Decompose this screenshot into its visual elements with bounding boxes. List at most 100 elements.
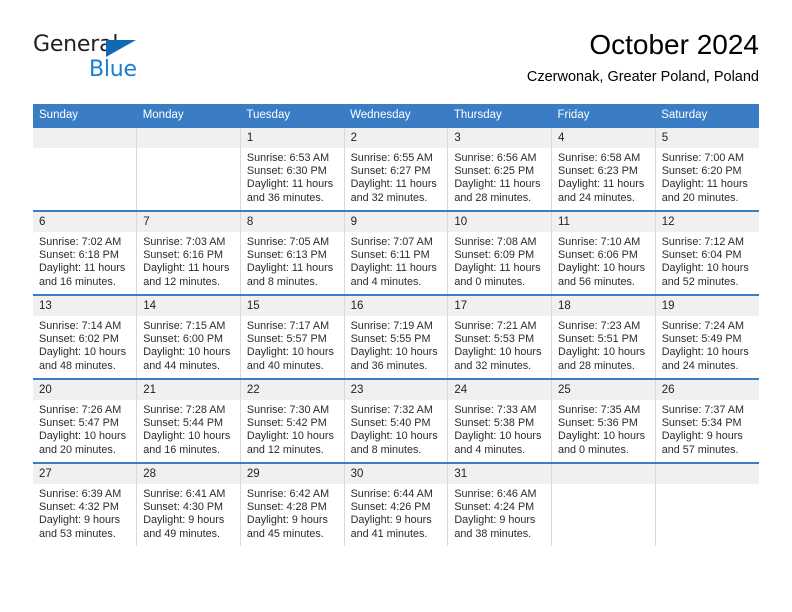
calendar-day-cell[interactable]: 23 Sunrise: 7:32 AM Sunset: 5:40 PM Dayligh… bbox=[343, 378, 448, 463]
calendar-week-row: 20 Sunrise: 7:26 AM Sunset: 5:47 PM Dayligh… bbox=[33, 378, 759, 463]
calendar-day-cell-empty bbox=[33, 126, 137, 211]
day-info: Sunrise: 7:33 AM Sunset: 5:38 PM Daylight:… bbox=[448, 400, 551, 457]
daylight-text: Daylight: 10 hours and 24 minutes. bbox=[661, 346, 749, 372]
calendar-day-cell[interactable]: 18 Sunrise: 7:23 AM Sunset: 5:51 PM Dayligh… bbox=[551, 294, 656, 379]
calendar-day-cell[interactable]: 27 Sunrise: 6:39 AM Sunset: 4:32 PM Dayligh… bbox=[33, 462, 137, 546]
day-info: Sunrise: 7:26 AM Sunset: 5:47 PM Daylight:… bbox=[33, 400, 136, 457]
day-number: 10 bbox=[448, 212, 552, 232]
logo-text-blue: Blue bbox=[89, 57, 137, 82]
generalblue-logo[interactable]: General Blue bbox=[33, 32, 223, 90]
weekday-header-tuesday: Tuesday bbox=[240, 104, 345, 127]
sunrise-text: Sunrise: 7:02 AM bbox=[39, 236, 122, 248]
calendar-day-cell[interactable]: 3 Sunrise: 6:56 AM Sunset: 6:25 PM Daylight… bbox=[447, 126, 552, 211]
day-info: Sunrise: 6:58 AM Sunset: 6:23 PM Daylight:… bbox=[552, 148, 655, 205]
day-number: 16 bbox=[344, 296, 448, 316]
sunrise-text: Sunrise: 7:12 AM bbox=[661, 236, 744, 248]
calendar-day-cell[interactable]: 10 Sunrise: 7:08 AM Sunset: 6:09 PM Dayligh… bbox=[447, 210, 552, 295]
daylight-text: Daylight: 9 hours and 41 minutes. bbox=[350, 514, 432, 540]
sunset-text: Sunset: 5:57 PM bbox=[246, 333, 327, 346]
calendar-day-cell[interactable]: 11 Sunrise: 7:10 AM Sunset: 6:06 PM Dayligh… bbox=[551, 210, 656, 295]
calendar-day-cell[interactable]: 9 Sunrise: 7:07 AM Sunset: 6:11 PM Daylight… bbox=[343, 210, 448, 295]
day-info: Sunrise: 7:05 AM Sunset: 6:13 PM Daylight:… bbox=[241, 232, 344, 289]
calendar-day-cell[interactable]: 26 Sunrise: 7:37 AM Sunset: 5:34 PM Dayligh… bbox=[654, 378, 759, 463]
calendar-day-cell[interactable]: 28 Sunrise: 6:41 AM Sunset: 4:30 PM Dayligh… bbox=[136, 462, 241, 546]
calendar-day-cell[interactable]: 7 Sunrise: 7:03 AM Sunset: 6:16 PM Daylight… bbox=[136, 210, 241, 295]
calendar-day-cell[interactable]: 2 Sunrise: 6:55 AM Sunset: 6:27 PM Daylight… bbox=[343, 126, 448, 211]
day-number: 5 bbox=[655, 128, 759, 148]
sunset-text: Sunset: 4:28 PM bbox=[246, 501, 327, 514]
day-number: 4 bbox=[552, 128, 655, 148]
daylight-text: Daylight: 10 hours and 28 minutes. bbox=[558, 346, 646, 372]
day-number: 19 bbox=[655, 296, 759, 316]
daylight-text: Daylight: 10 hours and 0 minutes. bbox=[558, 430, 646, 456]
sunset-text: Sunset: 6:09 PM bbox=[454, 249, 535, 262]
calendar-day-cell[interactable]: 22 Sunrise: 7:30 AM Sunset: 5:42 PM Dayligh… bbox=[239, 378, 345, 463]
daylight-text: Daylight: 11 hours and 24 minutes. bbox=[558, 178, 645, 204]
weekday-header-saturday: Saturday bbox=[655, 104, 759, 127]
sunrise-text: Sunrise: 7:30 AM bbox=[246, 404, 330, 416]
weekday-header-row: Sunday Monday Tuesday Wednesday Thursday… bbox=[33, 104, 759, 127]
day-info: Sunrise: 7:08 AM Sunset: 6:09 PM Daylight:… bbox=[448, 232, 551, 289]
daylight-text: Daylight: 10 hours and 36 minutes. bbox=[350, 346, 438, 372]
calendar-day-cell[interactable]: 13 Sunrise: 7:14 AM Sunset: 6:02 PM Dayligh… bbox=[33, 294, 137, 379]
calendar-day-cell[interactable]: 12 Sunrise: 7:12 AM Sunset: 6:04 PM Dayligh… bbox=[654, 210, 759, 295]
sunrise-text: Sunrise: 7:24 AM bbox=[661, 320, 744, 332]
daylight-text: Daylight: 9 hours and 38 minutes. bbox=[454, 514, 536, 540]
sunrise-text: Sunrise: 6:39 AM bbox=[39, 488, 122, 500]
calendar-day-cell[interactable]: 15 Sunrise: 7:17 AM Sunset: 5:57 PM Dayligh… bbox=[239, 294, 345, 379]
calendar-day-cell[interactable]: 14 Sunrise: 7:15 AM Sunset: 6:00 PM Dayligh… bbox=[136, 294, 241, 379]
day-number: 26 bbox=[655, 380, 759, 400]
daylight-text: Daylight: 10 hours and 52 minutes. bbox=[661, 262, 749, 288]
daylight-text: Daylight: 10 hours and 20 minutes. bbox=[39, 430, 127, 456]
calendar-day-cell[interactable]: 4 Sunrise: 6:58 AM Sunset: 6:23 PM Daylight… bbox=[551, 126, 656, 211]
day-info: Sunrise: 7:21 AM Sunset: 5:53 PM Daylight:… bbox=[448, 316, 551, 373]
sunrise-text: Sunrise: 7:03 AM bbox=[143, 236, 226, 248]
sunset-text: Sunset: 6:04 PM bbox=[661, 249, 742, 262]
day-info: Sunrise: 7:07 AM Sunset: 6:11 PM Daylight:… bbox=[345, 232, 448, 289]
day-number: 31 bbox=[448, 464, 552, 484]
day-info: Sunrise: 7:00 AM Sunset: 6:20 PM Daylight:… bbox=[656, 148, 759, 205]
calendar-day-cell[interactable]: 20 Sunrise: 7:26 AM Sunset: 5:47 PM Dayligh… bbox=[33, 378, 137, 463]
day-number: 29 bbox=[240, 464, 344, 484]
calendar-week-row: 6 Sunrise: 7:02 AM Sunset: 6:18 PM Daylight… bbox=[33, 210, 759, 295]
calendar-day-cell[interactable]: 30 Sunrise: 6:44 AM Sunset: 4:26 PM Dayligh… bbox=[343, 462, 448, 546]
daylight-text: Daylight: 10 hours and 32 minutes. bbox=[454, 346, 542, 372]
sunrise-sunset-calendar: Sunday Monday Tuesday Wednesday Thursday… bbox=[33, 104, 759, 546]
calendar-day-cell[interactable]: 6 Sunrise: 7:02 AM Sunset: 6:18 PM Daylight… bbox=[33, 210, 137, 295]
calendar-week-row: 1 Sunrise: 6:53 AM Sunset: 6:30 PM Daylight… bbox=[33, 126, 759, 211]
calendar-day-cell[interactable]: 31 Sunrise: 6:46 AM Sunset: 4:24 PM Dayligh… bbox=[447, 462, 552, 546]
calendar-day-cell[interactable]: 1 Sunrise: 6:53 AM Sunset: 6:30 PM Daylight… bbox=[239, 126, 345, 211]
weekday-header-thursday: Thursday bbox=[447, 104, 552, 127]
daylight-text: Daylight: 9 hours and 49 minutes. bbox=[143, 514, 225, 540]
sunset-text: Sunset: 6:18 PM bbox=[39, 249, 119, 262]
calendar-day-cell[interactable]: 19 Sunrise: 7:24 AM Sunset: 5:49 PM Dayligh… bbox=[654, 294, 759, 379]
day-info: Sunrise: 7:28 AM Sunset: 5:44 PM Daylight:… bbox=[137, 400, 240, 457]
sunset-text: Sunset: 6:25 PM bbox=[454, 165, 535, 178]
calendar-day-cell[interactable]: 25 Sunrise: 7:35 AM Sunset: 5:36 PM Dayligh… bbox=[551, 378, 656, 463]
sunrise-text: Sunrise: 7:00 AM bbox=[661, 152, 744, 164]
daylight-text: Daylight: 10 hours and 16 minutes. bbox=[143, 430, 231, 456]
day-number: 25 bbox=[552, 380, 655, 400]
day-number: 9 bbox=[344, 212, 448, 232]
calendar-day-cell[interactable]: 29 Sunrise: 6:42 AM Sunset: 4:28 PM Dayligh… bbox=[239, 462, 345, 546]
daylight-text: Daylight: 11 hours and 4 minutes. bbox=[350, 262, 437, 288]
calendar-day-cell[interactable]: 24 Sunrise: 7:33 AM Sunset: 5:38 PM Dayligh… bbox=[447, 378, 552, 463]
daylight-text: Daylight: 10 hours and 12 minutes. bbox=[246, 430, 334, 456]
sunset-text: Sunset: 5:49 PM bbox=[661, 333, 742, 346]
sunrise-text: Sunrise: 7:14 AM bbox=[39, 320, 122, 332]
day-info: Sunrise: 7:24 AM Sunset: 5:49 PM Daylight:… bbox=[656, 316, 759, 373]
calendar-day-cell[interactable]: 16 Sunrise: 7:19 AM Sunset: 5:55 PM Dayligh… bbox=[343, 294, 448, 379]
day-info: Sunrise: 7:12 AM Sunset: 6:04 PM Daylight:… bbox=[656, 232, 759, 289]
sunrise-text: Sunrise: 7:08 AM bbox=[454, 236, 537, 248]
calendar-day-cell[interactable]: 8 Sunrise: 7:05 AM Sunset: 6:13 PM Daylight… bbox=[239, 210, 345, 295]
day-info: Sunrise: 7:32 AM Sunset: 5:40 PM Daylight:… bbox=[345, 400, 448, 457]
daylight-text: Daylight: 9 hours and 53 minutes. bbox=[39, 514, 121, 540]
calendar-day-cell[interactable]: 21 Sunrise: 7:28 AM Sunset: 5:44 PM Dayligh… bbox=[136, 378, 241, 463]
sunset-text: Sunset: 6:27 PM bbox=[350, 165, 431, 178]
daylight-text: Daylight: 11 hours and 0 minutes. bbox=[454, 262, 541, 288]
calendar-day-cell[interactable]: 5 Sunrise: 7:00 AM Sunset: 6:20 PM Daylight… bbox=[654, 126, 759, 211]
sunrise-text: Sunrise: 6:44 AM bbox=[350, 488, 433, 500]
daylight-text: Daylight: 10 hours and 8 minutes. bbox=[350, 430, 438, 456]
day-number bbox=[137, 128, 240, 148]
calendar-day-cell[interactable]: 17 Sunrise: 7:21 AM Sunset: 5:53 PM Dayligh… bbox=[447, 294, 552, 379]
